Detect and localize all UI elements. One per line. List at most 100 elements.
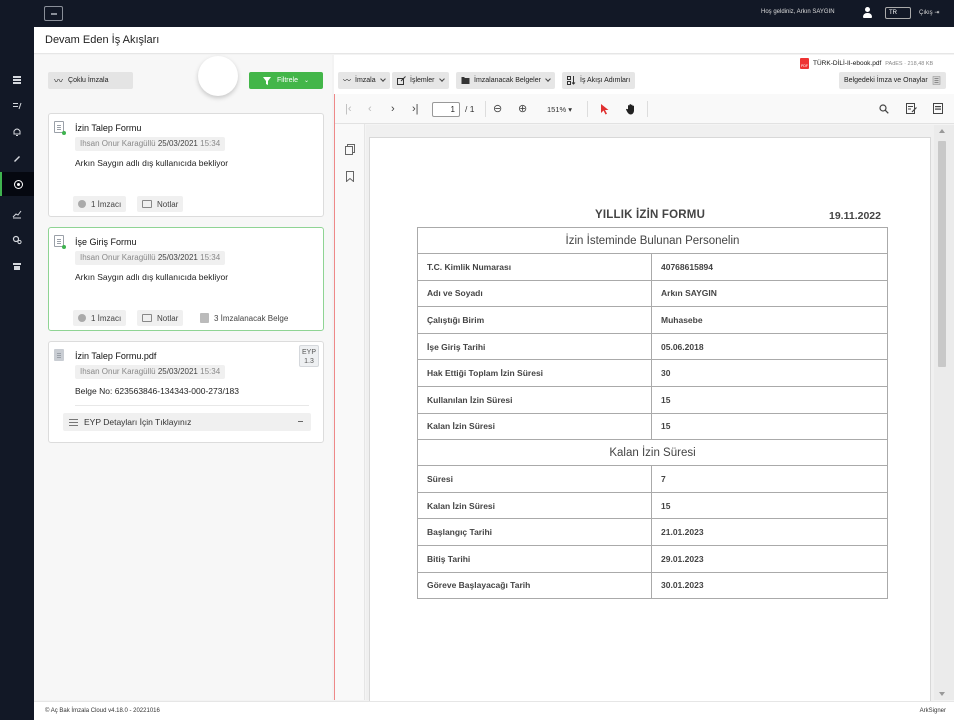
bulk-sign-button[interactable]: 〰 Çoklu İmzala: [48, 72, 133, 89]
sidebar-item-settings[interactable]: [0, 228, 34, 252]
row-value: 05.06.2018: [651, 332, 888, 361]
row-label: Adı ve Soyadı: [417, 279, 652, 308]
thumbnails-icon[interactable]: [345, 144, 355, 155]
actions-button[interactable]: İşlemler: [392, 72, 449, 89]
hand-tool-icon[interactable]: [626, 103, 636, 115]
signer-count-label: 1 İmzacı: [91, 313, 122, 323]
bulk-sign-label: Çoklu İmzala: [68, 77, 109, 84]
select-cursor-icon[interactable]: [601, 104, 609, 115]
signer-status-icon: [78, 200, 86, 208]
gear-icon: [12, 235, 22, 245]
notes-button[interactable]: Notlar: [137, 196, 184, 212]
card-title: İzin Talep Formu.pdf: [75, 351, 157, 361]
language-select[interactable]: TR: [885, 7, 911, 19]
search-icon[interactable]: [879, 104, 889, 114]
section-header-row: Kalan İzin Süresi: [417, 439, 888, 467]
next-page-icon[interactable]: ›: [391, 103, 395, 115]
pen-icon: [14, 156, 20, 162]
menu-list-icon[interactable]: [933, 103, 943, 114]
workflow-card[interactable]: İzin Talep Formu Ihsan Onur Karagüllü 25…: [48, 113, 324, 217]
docs-to-sign-button[interactable]: 3 İmzalanacak Belge: [195, 310, 293, 326]
details-icon: [69, 418, 78, 426]
previous-page-icon[interactable]: ‹: [368, 103, 372, 115]
sidebar-item-reports[interactable]: [0, 202, 34, 226]
signatures-approvals-button[interactable]: Belgedeki İmza ve Onaylar: [839, 72, 946, 89]
card-meta: Ihsan Onur Karagüllü 25/03/2021 15:34: [75, 365, 226, 379]
sidebar-item-notifications[interactable]: [0, 120, 34, 144]
form-date: 19.11.2022: [829, 210, 881, 222]
sidebar-item-dashboard[interactable]: [0, 68, 34, 92]
zoom-out-icon[interactable]: ⊖: [493, 103, 502, 115]
row-label: Başlangıç Tarihi: [417, 518, 652, 546]
page-title: Devam Eden İş Akışları: [45, 34, 160, 46]
row-label: Kalan İzin Süresi: [417, 491, 652, 520]
row-value: 40768615894: [651, 253, 888, 281]
scroll-up-icon[interactable]: [939, 129, 945, 133]
sidebar: [0, 27, 34, 720]
collapse-icon: [298, 421, 303, 422]
row-label: Çalıştığı Birim: [417, 306, 652, 334]
document-number: Belge No: 623563846-134343-000-273/183: [75, 386, 239, 396]
divider: [485, 101, 486, 117]
user-icon[interactable]: [862, 7, 873, 19]
actions-label: İşlemler: [410, 77, 435, 84]
chevron-down-icon: [545, 76, 551, 82]
page-number-input[interactable]: 1: [432, 102, 460, 117]
table-row: Kalan İzin Süresi 15: [417, 491, 888, 520]
pdf-page: YILLIK İZİN FORMU 19.11.2022 İzin İstemi…: [369, 137, 931, 712]
zoom-select[interactable]: 151% ▾: [547, 105, 572, 114]
document-icon: [54, 121, 66, 135]
chevron-down-icon: [379, 76, 386, 82]
row-label: Hak Ettiği Toplam İzin Süresi: [417, 359, 652, 387]
signer-count-badge[interactable]: 1 İmzacı: [73, 310, 127, 326]
zoom-in-icon[interactable]: ⊕: [518, 103, 527, 115]
filter-icon: [262, 76, 271, 85]
page-header: Devam Eden İş Akışları: [34, 27, 954, 54]
document-card[interactable]: EYP 1.3 İzin Talep Formu.pdf Ihsan Onur …: [48, 341, 324, 443]
card-time: 15:34: [200, 253, 221, 262]
signer-count-label: 1 İmzacı: [91, 199, 122, 209]
document-list-icon: [932, 76, 940, 85]
card-date: 25/03/2021: [157, 139, 198, 148]
eyp-badge-version: 1.3: [304, 358, 314, 365]
last-page-icon[interactable]: ›|: [412, 103, 419, 115]
card-author: Ihsan Onur Karagüllü: [80, 139, 156, 148]
filter-label: Filtrele: [276, 77, 298, 84]
documents-to-sign-button[interactable]: İmzalanacak Belgeler: [456, 72, 555, 89]
welcome-text: Hoş geldiniz, Arkın SAYGIN: [761, 9, 835, 15]
eyp-details-toggle[interactable]: EYP Detayları İçin Tıklayınız: [63, 413, 311, 431]
card-title: İzin Talep Formu: [75, 123, 142, 133]
sign-button[interactable]: 〰 İmzala: [338, 72, 390, 89]
workflow-card-selected[interactable]: İşe Giriş Formu Ihsan Onur Karagüllü 25/…: [48, 227, 324, 331]
bookmark-icon[interactable]: [346, 171, 354, 182]
scroll-thumb[interactable]: [938, 141, 946, 367]
first-page-icon[interactable]: |‹: [345, 103, 352, 115]
sidebar-item-workflows[interactable]: [0, 172, 34, 196]
list-icon: [13, 102, 22, 110]
sidebar-item-list[interactable]: [0, 94, 34, 118]
sidebar-item-sign[interactable]: [0, 146, 34, 170]
workflow-steps-button[interactable]: İş Akışı Adımları: [562, 72, 636, 89]
table-row: Adı ve Soyadı Arkın SAYGIN: [417, 279, 888, 308]
eyp-badge-label: EYP: [301, 349, 316, 356]
edit-document-icon[interactable]: [906, 103, 917, 114]
notes-button[interactable]: Notlar: [137, 310, 184, 326]
logout-link[interactable]: Çıkış ⇥: [919, 9, 939, 16]
vertical-scrollbar[interactable]: [934, 125, 954, 700]
row-value: 7: [651, 465, 888, 493]
scroll-down-icon[interactable]: [939, 692, 945, 696]
folder-sign-icon: [461, 77, 470, 84]
menu-toggle-icon[interactable]: [44, 6, 63, 21]
row-label: Kalan İzin Süresi: [417, 412, 652, 441]
eyp-details-label: EYP Detayları İçin Tıklayınız: [84, 417, 192, 427]
card-description: Arkın Saygın adlı dış kullanıcıda bekliy…: [75, 158, 229, 168]
card-meta: Ihsan Onur Karagüllü 25/03/2021 15:34: [75, 251, 226, 265]
row-value: 21.01.2023: [651, 518, 888, 546]
signer-count-badge[interactable]: 1 İmzacı: [73, 196, 127, 212]
notes-label: Notlar: [157, 199, 179, 209]
zoom-value: 151%: [547, 105, 567, 114]
row-label: Bitiş Tarihi: [417, 544, 652, 573]
zoom-dropdown-icon: ▾: [568, 105, 573, 114]
sidebar-item-archive[interactable]: [0, 254, 34, 278]
filter-button[interactable]: Filtrele ⌄: [249, 72, 323, 89]
